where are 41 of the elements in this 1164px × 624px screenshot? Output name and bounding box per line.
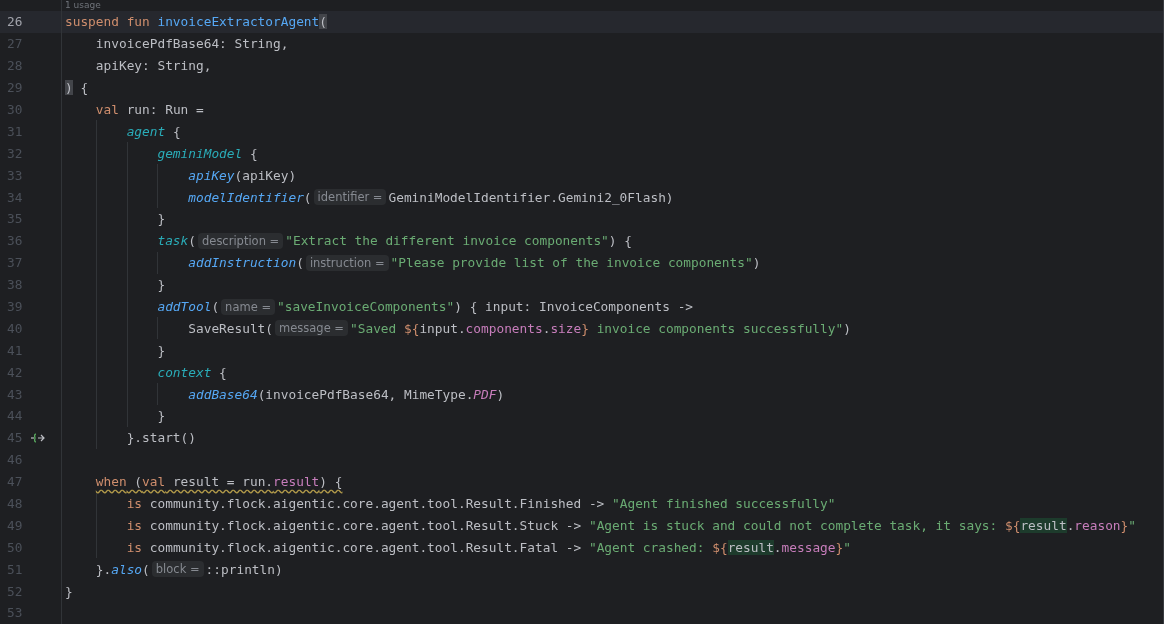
parameter-hint: instruction = xyxy=(305,254,389,271)
code-text: is community.flock.aigentic.core.agent.tool.Result.Stuck -> "Agent is stuck and could not complete task, it says: ${result.reason}" xyxy=(125,517,1136,533)
code-text: "Saved ${input.components.size} invoice components successfully") xyxy=(350,320,851,336)
code-text: is community.flock.aigentic.core.agent.tool.Result.Finished -> "Agent finished successfully" xyxy=(125,496,836,512)
code-text: apiKey: String, xyxy=(94,58,212,74)
code-text: modelIdentifier( xyxy=(187,189,312,205)
parameter-hint: message = xyxy=(275,320,348,337)
line-number: 26 xyxy=(7,14,24,30)
code-text: is community.flock.aigentic.core.agent.tool.Result.Fatal -> "Agent crashed: ${result.message}" xyxy=(125,539,851,555)
code-text: addBase64(invoicePdfBase64, MimeType.PDF) xyxy=(187,386,505,402)
code-text: }.start() xyxy=(125,430,196,446)
code-text: } xyxy=(156,277,166,293)
code-text: "Please provide list of the invoice components") xyxy=(390,255,761,271)
code-text: invoicePdfBase64: String, xyxy=(94,36,289,52)
code-text: apiKey(apiKey) xyxy=(187,167,297,183)
code-text: SaveResult( xyxy=(187,320,274,336)
code-text: "Extract the different invoice components") { xyxy=(285,233,632,249)
code-text: } xyxy=(156,408,166,424)
code-text: } xyxy=(156,342,166,358)
parameter-hint: block = xyxy=(151,561,204,578)
code-text: context { xyxy=(156,364,227,380)
parameter-hint: identifier = xyxy=(313,189,387,206)
code-text: when (val result = run.result) { xyxy=(94,474,343,490)
code-text: agent { xyxy=(125,123,181,139)
code-text: addInstruction( xyxy=(187,255,304,271)
code-text: } xyxy=(156,211,166,227)
code-text: ::println) xyxy=(205,561,283,577)
parameter-hint: name = xyxy=(221,298,275,315)
code-text: task( xyxy=(156,233,196,249)
code-text: GeminiModelIdentifier.Gemini2_0Flash) xyxy=(388,189,674,205)
parameter-hint: description = xyxy=(198,232,284,249)
code-text: } xyxy=(65,583,73,599)
code-text: ) { xyxy=(65,80,89,96)
code-text: }.also( xyxy=(94,561,150,577)
code-text: suspend fun invoiceExtractorAgent( xyxy=(65,14,327,30)
code-text: "saveInvoiceComponents") { input: InvoiceComponents -> xyxy=(277,299,694,314)
suspend-call-icon xyxy=(31,432,45,443)
code-text: geminiModel { xyxy=(156,145,258,161)
code-text: val run: Run = xyxy=(94,102,204,117)
code-text: addTool( xyxy=(156,299,220,314)
usage-hint[interactable]: 1 usage xyxy=(65,0,101,11)
